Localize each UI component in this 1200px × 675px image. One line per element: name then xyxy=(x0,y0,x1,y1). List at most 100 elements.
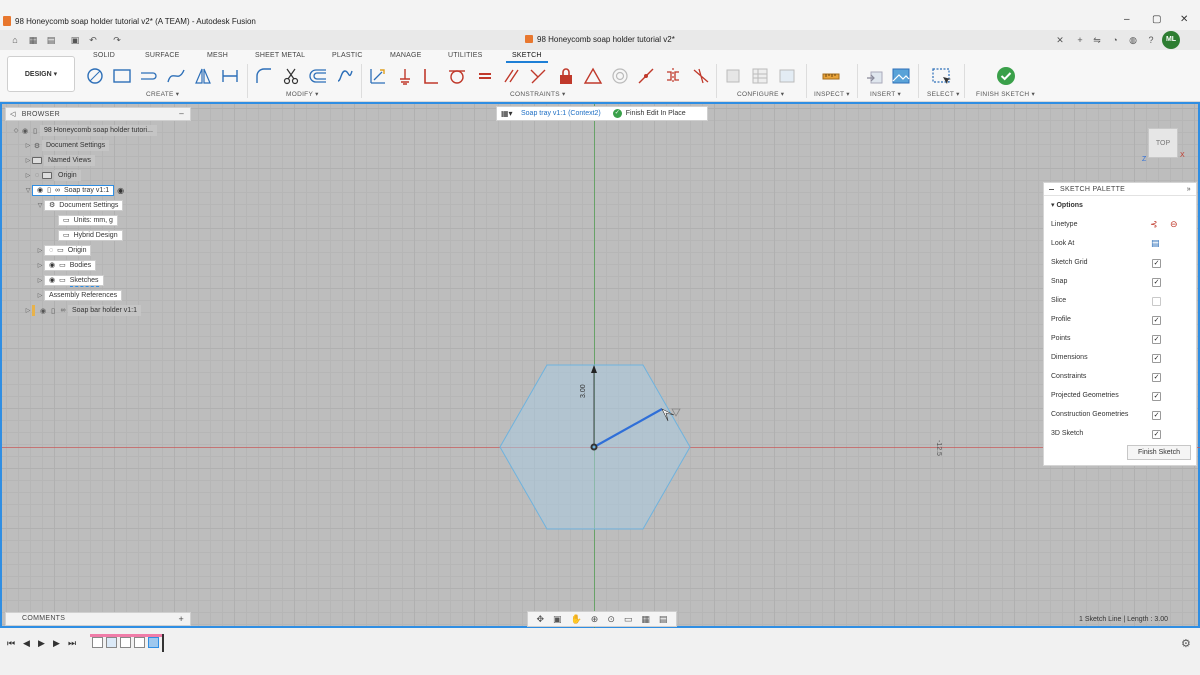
expand-icon[interactable]: ▽ xyxy=(24,187,32,194)
coincident-constraint-icon[interactable] xyxy=(367,66,389,86)
go-to-start-icon[interactable]: ⏮ xyxy=(7,638,15,649)
orbit-icon[interactable]: ✥ xyxy=(537,614,545,625)
job-status-icon[interactable]: ◔ xyxy=(1110,35,1120,45)
triangle-constraint-icon[interactable] xyxy=(582,66,604,86)
data-panel-icon[interactable]: ▦ xyxy=(28,35,38,45)
new-tab-icon[interactable]: + xyxy=(1075,35,1085,45)
options-section-header[interactable]: ▾ Options xyxy=(1051,201,1083,209)
finish-sketch-group-label[interactable]: FINISH SKETCH ▾ xyxy=(976,90,1035,98)
midpoint-constraint-icon[interactable] xyxy=(527,66,549,86)
save-icon[interactable]: ▣ xyxy=(70,35,80,45)
tab-manage[interactable]: MANAGE xyxy=(390,52,422,59)
timeline-body-feature[interactable] xyxy=(134,637,145,648)
expand-icon[interactable]: ▷ xyxy=(24,157,32,164)
configure-rule-icon[interactable] xyxy=(722,66,744,86)
construction-linetype-icon[interactable]: ⊰ xyxy=(1150,219,1158,230)
tree-item-origin[interactable]: ▷ ◌ Origin xyxy=(24,170,81,181)
visibility-eye-icon[interactable]: ◉ xyxy=(49,275,55,286)
visibility-eye-icon[interactable]: ◌ xyxy=(32,172,42,179)
mirror-tool-icon[interactable] xyxy=(192,66,214,86)
browser-header[interactable]: ◁ BROWSER – xyxy=(5,107,191,121)
extensions-icon[interactable]: ⇋ xyxy=(1092,35,1102,45)
trim-scissors-icon[interactable] xyxy=(280,66,302,86)
tree-item-hybrid-box[interactable]: ▭ Hybrid Design xyxy=(58,230,123,241)
3d-sketch-checkbox[interactable]: ✓ xyxy=(1152,430,1161,439)
fix-constraint-icon[interactable] xyxy=(394,66,416,86)
tree-item-sketches-box[interactable]: ◉ ▭ Sketches xyxy=(44,275,104,287)
slice-checkbox[interactable] xyxy=(1152,297,1161,306)
step-forward-icon[interactable]: ▶ xyxy=(53,638,60,649)
spline-tool-icon[interactable] xyxy=(165,66,187,86)
tree-item-named-views[interactable]: ▷ Named Views xyxy=(24,155,96,166)
expand-icon[interactable]: ▷ xyxy=(36,277,44,284)
tree-item-soap-bar-holder[interactable]: ▷ ◉ ▯ ∞ Soap bar holder v1:1 xyxy=(24,305,141,316)
tab-sketch[interactable]: SKETCH xyxy=(506,52,548,63)
slot-tool-icon[interactable] xyxy=(138,66,160,86)
timeline-extrude-feature[interactable] xyxy=(120,637,131,648)
expand-icon[interactable]: ▷ xyxy=(36,292,44,299)
lock-constraint-icon[interactable] xyxy=(555,66,577,86)
tree-item-document-settings[interactable]: ▷ ⚙ Document Settings xyxy=(24,140,110,151)
sketch-scale-icon[interactable] xyxy=(334,66,356,86)
view-cube[interactable]: TOP xyxy=(1148,128,1178,158)
file-menu-icon[interactable]: ▤ xyxy=(46,35,56,45)
display-settings-icon[interactable]: ▭ xyxy=(624,614,633,625)
insert-canvas-icon[interactable] xyxy=(890,66,912,86)
visibility-eye-icon[interactable]: ◉ xyxy=(38,307,48,315)
timeline-component-feature[interactable] xyxy=(106,637,117,648)
expand-palette-icon[interactable]: » xyxy=(1187,183,1191,196)
minimize-button[interactable]: – xyxy=(1124,14,1130,25)
tree-item-sketches[interactable]: ▷ ◉ ▭ Sketches xyxy=(36,275,104,287)
visibility-eye-icon[interactable]: ◉ xyxy=(49,260,55,271)
configure-group-label[interactable]: CONFIGURE ▾ xyxy=(737,90,784,98)
zoom-icon[interactable]: ⊕ xyxy=(591,614,599,625)
activate-radio-icon[interactable]: ◉ xyxy=(117,186,124,195)
tab-utilities[interactable]: UTILITIES xyxy=(448,52,482,59)
fillet-tool-icon[interactable] xyxy=(253,66,275,86)
inspect-group-label[interactable]: INSPECT ▾ xyxy=(814,90,850,98)
dimension-label[interactable]: 3.00 xyxy=(580,384,587,398)
close-window-button[interactable]: ✕ xyxy=(1180,14,1188,25)
constraints-group-label[interactable]: CONSTRAINTS ▾ xyxy=(510,90,566,98)
visibility-eye-icon[interactable]: ◉ xyxy=(37,185,43,196)
modify-group-label[interactable]: MODIFY ▾ xyxy=(286,90,319,98)
finish-edit-in-place-button[interactable]: ✓ Finish Edit In Place xyxy=(612,109,686,118)
hexagon-sketch[interactable] xyxy=(492,359,702,539)
profile-checkbox[interactable]: ✓ xyxy=(1152,316,1161,325)
finish-sketch-check-icon[interactable] xyxy=(995,66,1017,86)
look-at-icon[interactable]: ▤ xyxy=(1151,238,1160,249)
select-group-label[interactable]: SELECT ▾ xyxy=(927,90,960,98)
sketch-canvas[interactable]: 3.00 -12.5 ◁ BROWSER – ◇ ◉ ▯ 98 Honeycom… xyxy=(0,102,1200,630)
tree-item-assembly-references[interactable]: ▷ Assembly References xyxy=(36,290,123,301)
expand-icon[interactable]: ▽ xyxy=(36,202,44,209)
perpendicular-constraint-icon[interactable] xyxy=(420,66,442,86)
expand-icon[interactable]: ◇ xyxy=(12,127,20,134)
configure-image-icon[interactable] xyxy=(776,66,798,86)
timeline-strip[interactable] xyxy=(90,634,166,652)
expand-icon[interactable]: ▷ xyxy=(24,172,32,179)
snap-checkbox[interactable]: ✓ xyxy=(1152,278,1161,287)
home-icon[interactable]: ⌂ xyxy=(10,35,20,45)
measure-ruler-icon[interactable] xyxy=(820,66,842,86)
tab-sheet-metal[interactable]: SHEET METAL xyxy=(255,52,305,59)
expand-icon[interactable]: ▷ xyxy=(36,262,44,269)
visibility-eye-icon[interactable]: ◉ xyxy=(20,127,30,135)
expand-icon[interactable]: ▷ xyxy=(24,142,32,149)
comments-panel[interactable]: COMMENTS + xyxy=(5,612,191,626)
maximize-button[interactable]: ▢ xyxy=(1152,14,1161,25)
grid-settings-icon[interactable]: ▦ xyxy=(641,614,650,625)
look-at-nav-icon[interactable]: ▣ xyxy=(553,614,562,625)
select-window-icon[interactable] xyxy=(930,66,952,86)
close-tab-icon[interactable]: ✕ xyxy=(1055,35,1065,45)
collinear-constraint-icon[interactable] xyxy=(635,66,657,86)
tree-item-soap-tray[interactable]: ▽ ◉ ▯ ∞ Soap tray v1:1 ◉ xyxy=(24,185,124,196)
expand-icon[interactable]: ▷ xyxy=(24,307,32,314)
tree-item-hybrid-design[interactable]: ▭ Hybrid Design xyxy=(58,230,123,241)
redo-icon[interactable]: ↷ xyxy=(112,35,122,45)
configure-table-icon[interactable] xyxy=(749,66,771,86)
palette-header[interactable]: SKETCH PALETTE » xyxy=(1044,183,1196,196)
timeline-settings-gear-icon[interactable]: ⚙ xyxy=(1181,637,1191,650)
construction-geometries-checkbox[interactable]: ✓ xyxy=(1152,411,1161,420)
tree-item-origin-box[interactable]: ◌ ▭ Origin xyxy=(44,245,92,256)
offset-tool-icon[interactable] xyxy=(307,66,329,86)
